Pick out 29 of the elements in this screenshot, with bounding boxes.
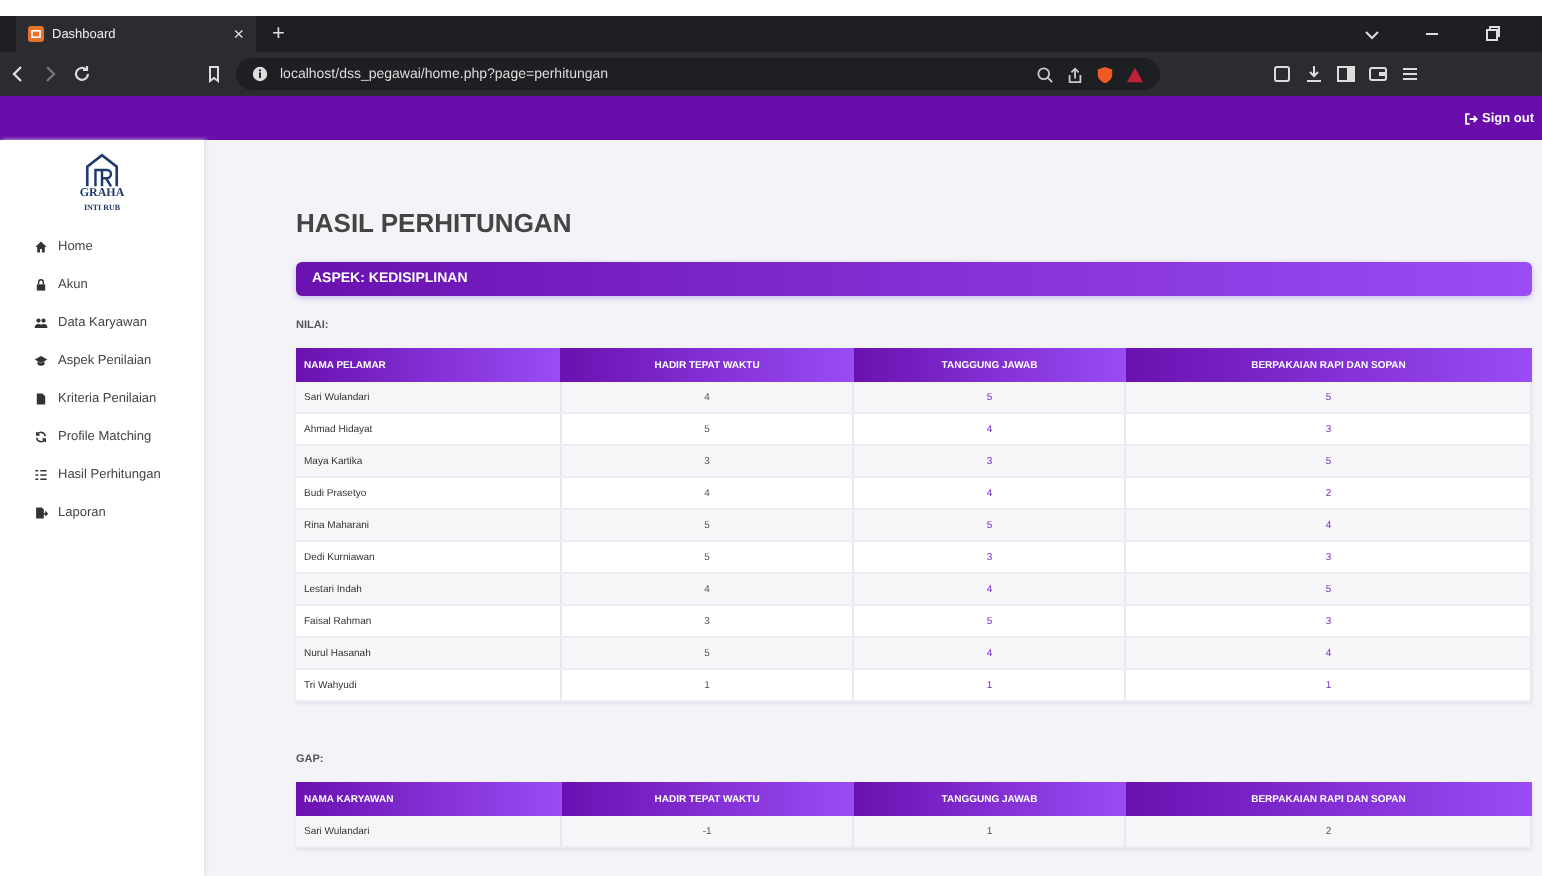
extensions-icon[interactable]	[1272, 64, 1292, 84]
page-title: HASIL PERHITUNGAN	[296, 208, 574, 238]
file-icon	[34, 392, 48, 406]
sign-out-icon	[1464, 111, 1478, 125]
bookmark-icon[interactable]	[204, 64, 224, 84]
app-icon	[28, 26, 44, 42]
forward-icon[interactable]	[40, 64, 60, 84]
lock-icon	[34, 278, 48, 292]
users-icon	[34, 316, 48, 330]
shield-icon[interactable]	[1096, 65, 1114, 83]
file-export-icon	[34, 506, 48, 520]
close-tab-button[interactable]: ×	[233, 24, 244, 44]
back-icon[interactable]	[8, 64, 28, 84]
home-icon	[34, 240, 48, 254]
wallet-icon[interactable]	[1368, 64, 1388, 84]
zoom-icon[interactable]	[1036, 65, 1054, 83]
triangle-icon[interactable]	[1126, 65, 1144, 83]
building-logo-icon	[82, 152, 122, 188]
list-icon	[34, 468, 48, 482]
graduation-cap-icon	[34, 354, 48, 368]
sidebar-icon[interactable]	[1336, 64, 1356, 84]
menu-icon[interactable]	[1400, 64, 1420, 84]
new-tab-button[interactable]: +	[272, 22, 285, 46]
reload-icon[interactable]	[72, 64, 92, 84]
share-icon[interactable]	[1066, 65, 1084, 83]
info-icon[interactable]	[252, 66, 268, 82]
restore-icon[interactable]	[1482, 24, 1502, 44]
download-icon[interactable]	[1304, 64, 1324, 84]
sync-icon	[34, 430, 48, 444]
